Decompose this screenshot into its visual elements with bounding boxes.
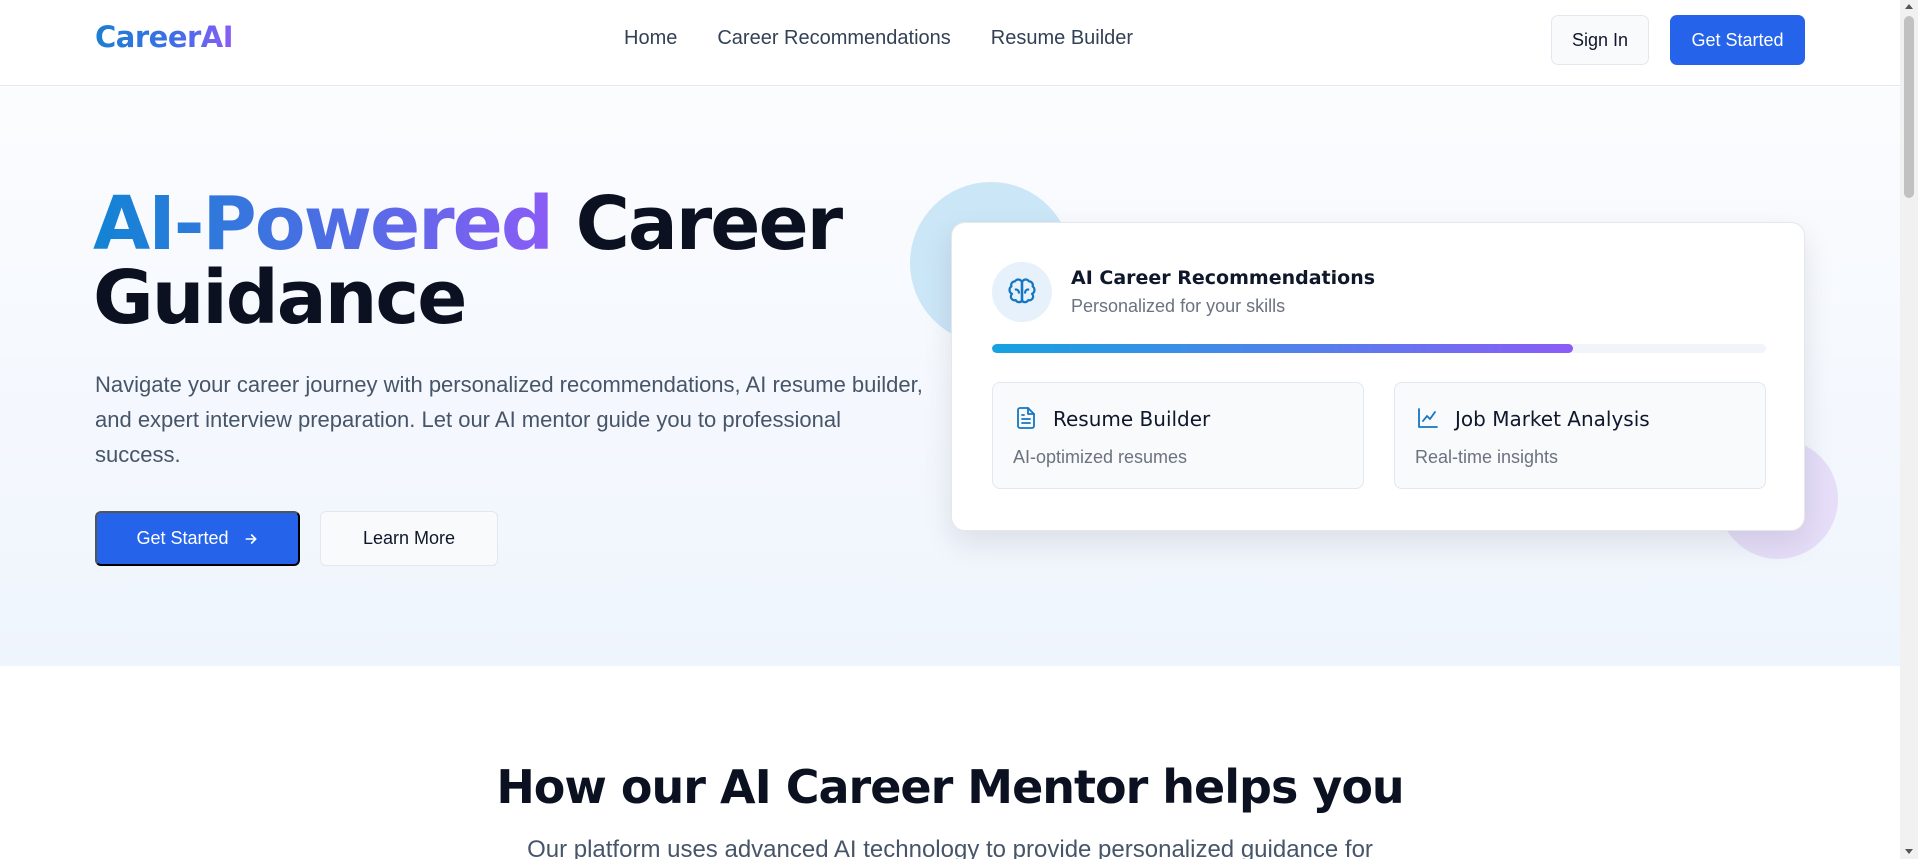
section-description: Our platform uses advanced AI technology… (527, 836, 1373, 859)
nav-career-recommendations-link[interactable]: Career Recommendations (717, 27, 950, 50)
sign-in-button[interactable]: Sign In (1551, 15, 1649, 65)
learn-more-button[interactable]: Learn More (320, 511, 498, 566)
feature-description: AI-optimized resumes (1013, 447, 1188, 467)
section-title: How our AI Career Mentor helps you (496, 760, 1404, 814)
hero-title-word: Career (575, 181, 844, 267)
nav-home-link[interactable]: Home (624, 27, 677, 50)
nav-resume-builder-link[interactable]: Resume Builder (991, 27, 1133, 50)
arrow-right-icon (245, 533, 256, 544)
hero-title-word: Guidance (93, 255, 467, 341)
chart-line-icon (1418, 408, 1438, 428)
hero-description: Navigate your career journey with person… (95, 372, 923, 467)
scrollbar-thumb[interactable] (1904, 16, 1914, 198)
resume-builder-feature[interactable]: Resume Builder AI-optimized resumes (992, 382, 1364, 489)
card-title: AI Career Recommendations (1071, 267, 1376, 289)
header-get-started-button[interactable]: Get Started (1670, 15, 1805, 65)
hero-get-started-button[interactable]: Get Started (95, 511, 300, 566)
hero-get-started-label: Get Started (136, 528, 229, 548)
feature-description: Real-time insights (1415, 447, 1559, 467)
scroll-up-arrow-icon[interactable] (1905, 4, 1913, 9)
hero-section: AI-Powered Career Guidance Navigate your… (0, 87, 1900, 666)
feature-preview-card: AI Career Recommendations Personalized f… (951, 222, 1805, 531)
brain-icon (1008, 278, 1036, 304)
job-market-analysis-feature[interactable]: Job Market Analysis Real-time insights (1394, 382, 1766, 489)
document-icon (1017, 407, 1035, 429)
progress-bar-fill (992, 344, 1573, 353)
hero-title: AI-Powered Career Guidance (93, 187, 993, 335)
card-subtitle: Personalized for your skills (1071, 296, 1286, 316)
scroll-down-arrow-icon[interactable] (1905, 849, 1913, 854)
brain-icon-badge (992, 262, 1052, 322)
feature-title: Resume Builder (1053, 407, 1211, 431)
progress-bar (992, 344, 1766, 353)
main-nav: Home Career Recommendations Resume Build… (624, 27, 1133, 50)
feature-title: Job Market Analysis (1455, 407, 1650, 431)
page-scrollbar[interactable] (1900, 0, 1918, 859)
top-navbar: CareerAI Home Career Recommendations Res… (0, 0, 1900, 86)
logo[interactable]: CareerAI (95, 20, 234, 54)
